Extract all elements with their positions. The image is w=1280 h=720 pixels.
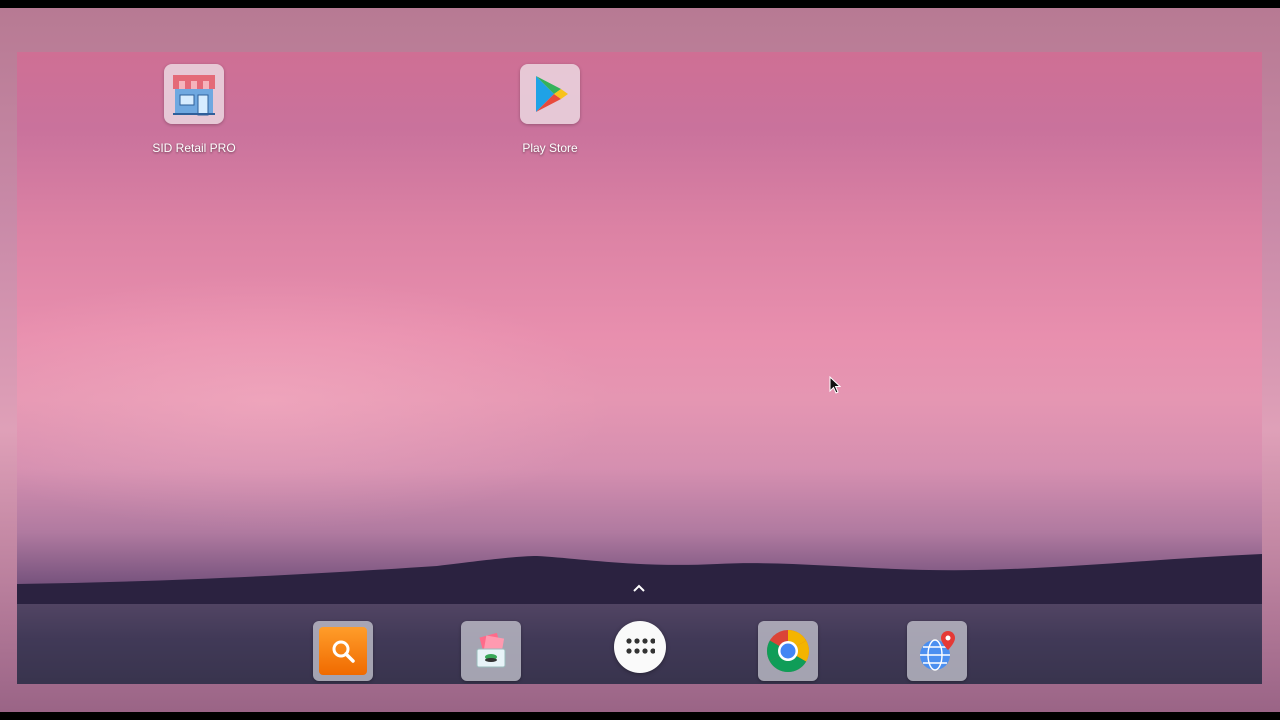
app-drawer-button[interactable]: [614, 621, 666, 673]
dock: [17, 604, 1262, 684]
app-play-store[interactable]: Play Store: [490, 64, 610, 155]
dock-maps-button[interactable]: [907, 621, 967, 681]
maps-globe-icon: [920, 631, 955, 671]
play-store-icon: [520, 64, 580, 124]
search-icon: [319, 627, 367, 675]
outer-frame: SID Retail PRO Play Store: [0, 8, 1280, 712]
mouse-cursor-icon: [829, 376, 841, 394]
app-label: Play Store: [522, 141, 578, 155]
wallpaper-glow: [17, 272, 617, 532]
store-icon: [164, 64, 224, 124]
app-drawer-caret-icon[interactable]: [631, 580, 647, 596]
dock-gallery-button[interactable]: [461, 621, 521, 681]
app-label: SID Retail PRO: [152, 141, 236, 155]
app-sid-retail-pro[interactable]: SID Retail PRO: [134, 64, 254, 155]
chrome-icon: [766, 630, 810, 673]
dock-search-button[interactable]: [313, 621, 373, 681]
app-drawer-icon: [626, 638, 655, 654]
android-home-screen: SID Retail PRO Play Store: [17, 52, 1262, 684]
gallery-icon: [476, 632, 506, 668]
dock-chrome-button[interactable]: [758, 621, 818, 681]
